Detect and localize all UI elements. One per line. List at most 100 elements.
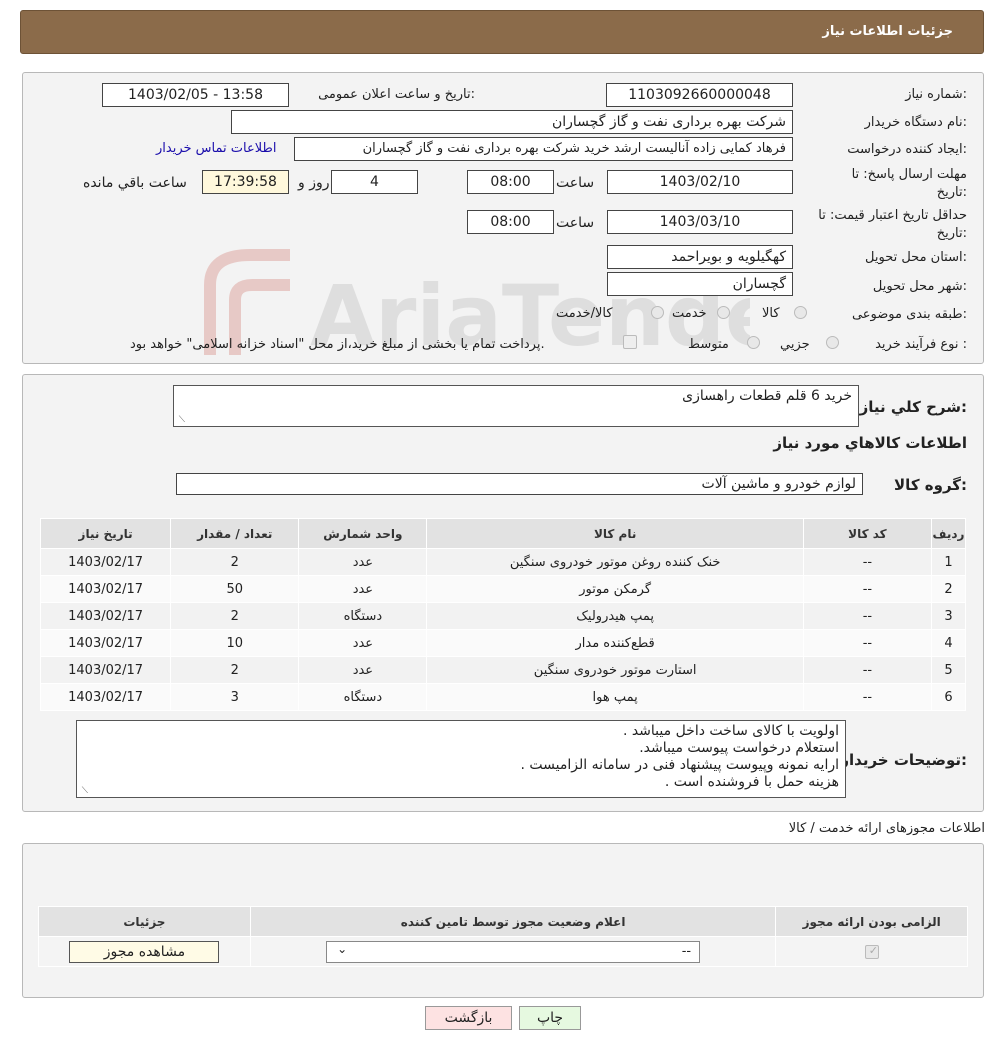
quantity-cell: 2 [170, 602, 300, 630]
item-name-cell: پمپ هیدرولیک [426, 602, 804, 630]
need-number-field: 1103092660000048 [606, 83, 793, 107]
goods-info-title: اطلاعات كالاهاي مورد نياز [773, 434, 967, 452]
view-permit-button[interactable]: مشاهده مجوز [69, 940, 220, 963]
treasury-payment-checkbox[interactable] [623, 335, 637, 349]
category-radio-service[interactable] [717, 306, 730, 319]
announce-field: 1403/02/05 - 13:58 [102, 83, 289, 107]
buyer-field: شرکت بهره برداری نفت و گاز گچساران [231, 110, 793, 134]
permit-status-select[interactable]: ⌄ -- [326, 940, 701, 963]
deadline-label-line1: مهلت ارسال پاسخ: تا [851, 167, 967, 182]
general-desc-text: خرید 6 قلم قطعات راهسازی [682, 388, 852, 404]
deadline-label-line2: تاریخ: [936, 185, 967, 200]
process-option-medium: متوسط [688, 337, 729, 352]
table-row: 5 -- استارت موتور خودروی سنگین عدد 2 1403/02/… [39, 656, 967, 684]
general-desc-field: خرید 6 قلم قطعات راهسازی ⟋ [173, 385, 859, 427]
unit-cell: عدد [298, 548, 428, 576]
validity-time-label: ساعت [556, 215, 595, 231]
notes-line-2: استعلام درخواست پیوست میباشد. [639, 740, 839, 756]
back-button[interactable]: بازگشت [425, 1006, 512, 1030]
validity-label-line2: تاریخ: [936, 226, 967, 241]
table-row: 3 -- پمپ هیدرولیک دستگاه 2 1403/02/17 [39, 602, 967, 630]
row-number-cell: 4 [930, 629, 967, 657]
validity-time-field: 08:00 [467, 210, 554, 234]
item-code-cell: -- [802, 656, 932, 684]
validity-label: حداقل تاریخ اعتبار قیمت: تا تاریخ: [818, 207, 967, 243]
city-field: گچساران [607, 272, 793, 296]
creator-field: فرهاد کمایی زاده آنالیست ارشد خرید شرکت … [294, 137, 793, 161]
item-name-cell: استارت موتور خودروی سنگین [426, 656, 804, 684]
page-title: جزئیات اطلاعات نیاز [822, 24, 953, 39]
need-date-cell: 1403/02/17 [39, 656, 172, 684]
notes-line-4: هزینه حمل با فروشنده است . [664, 774, 839, 790]
buyer-contact-link[interactable]: اطلاعات تماس خریدار [156, 141, 276, 156]
table-row: 1 -- خنک کننده روغن موتور خودروی سنگین عدد 2… [39, 548, 967, 576]
quantity-cell: 10 [170, 629, 300, 657]
remaining-label: ساعت باقي مانده [83, 175, 187, 191]
unit-cell: عدد [298, 575, 428, 603]
creator-label: ایجاد کننده درخواست: [847, 142, 967, 157]
deadline-time-label: ساعت [556, 175, 595, 191]
col-name: نام کالا [426, 518, 804, 549]
unit-cell: عدد [298, 629, 428, 657]
need-number-label: شماره نیاز: [905, 87, 967, 102]
notes-line-3: ارایه نمونه وپیوست پیشنهاد فنی در سامانه… [520, 757, 839, 773]
quantity-cell: 2 [170, 548, 300, 576]
permit-details-cell: مشاهده مجوز [38, 936, 251, 967]
row-number-cell: 6 [930, 683, 967, 711]
process-radio-minor[interactable] [826, 336, 839, 349]
col-permit-status: اعلام وضعیت مجوز توسط تامین کننده [249, 906, 777, 937]
page-header: جزئیات اطلاعات نیاز [20, 10, 984, 54]
print-button[interactable]: چاپ [519, 1006, 581, 1030]
permit-required-checkbox[interactable]: ✓ [864, 943, 879, 959]
col-unit: واحد شمارش [298, 518, 428, 549]
item-code-cell: -- [802, 683, 932, 711]
col-qty: تعداد / مقدار [170, 518, 300, 549]
category-option-service: خدمت [672, 306, 707, 321]
item-code-cell: -- [802, 602, 932, 630]
resize-grip-icon[interactable]: ⟋ [80, 787, 88, 796]
category-radio-goods-service[interactable] [651, 306, 664, 319]
need-date-cell: 1403/02/17 [39, 629, 172, 657]
col-permit-details: جزئیات [38, 906, 251, 937]
need-date-cell: 1403/02/17 [39, 548, 172, 576]
category-radio-goods[interactable] [794, 306, 807, 319]
need-date-cell: 1403/02/17 [39, 602, 172, 630]
row-number-cell: 5 [930, 656, 967, 684]
item-name-cell: پمپ هوا [426, 683, 804, 711]
need-date-cell: 1403/02/17 [39, 683, 172, 711]
process-label: نوع فرآیند خرید : [875, 337, 967, 352]
item-name-cell: گرمکن موتور [426, 575, 804, 603]
item-name-cell: قطع‌کننده مدار [426, 629, 804, 657]
item-name-cell: خنک کننده روغن موتور خودروی سنگین [426, 548, 804, 576]
buyer-notes-label: توضیحات خریدار: [840, 751, 967, 769]
col-code: کد کالا [802, 518, 932, 549]
resize-grip-icon[interactable]: ⟋ [177, 416, 185, 425]
validity-label-line1: حداقل تاریخ اعتبار قیمت: تا [818, 208, 967, 223]
row-number-cell: 1 [930, 548, 967, 576]
unit-cell: دستگاه [298, 602, 428, 630]
days-field: 4 [331, 170, 418, 194]
table-row: 2 -- گرمکن موتور عدد 50 1403/02/17 [39, 575, 967, 603]
permit-status-cell: ⌄ -- [249, 936, 777, 967]
checkmark-icon: ✓ [868, 943, 878, 957]
permits-title: اطلاعات مجوزهای ارائه خدمت / کالا [788, 821, 985, 836]
remaining-time-field: 17:39:58 [202, 170, 289, 194]
announce-label: تاریخ و ساعت اعلان عمومی: [318, 87, 475, 102]
permit-row: ✓ ⌄ -- مشاهده مجوز [38, 936, 968, 967]
col-date: تاریخ نیاز [39, 518, 172, 549]
item-code-cell: -- [802, 575, 932, 603]
process-radio-medium[interactable] [747, 336, 760, 349]
days-label: روز و [298, 175, 330, 191]
col-row: ردیف [930, 518, 967, 549]
unit-cell: دستگاه [298, 683, 428, 711]
table-row: 6 -- پمپ هوا دستگاه 3 1403/02/17 [39, 683, 967, 711]
row-number-cell: 3 [930, 602, 967, 630]
quantity-cell: 3 [170, 683, 300, 711]
goods-group-label: گروه کالا: [894, 476, 967, 494]
city-label: شهر محل تحویل: [872, 279, 967, 294]
goods-group-field: لوازم خودرو و ماشین آلات [176, 473, 863, 495]
quantity-cell: 50 [170, 575, 300, 603]
table-row: 4 -- قطع‌کننده مدار عدد 10 1403/02/17 [39, 629, 967, 657]
deadline-time-field: 08:00 [467, 170, 554, 194]
goods-table-header: ردیف کد کالا نام کالا واحد شمارش تعداد /… [39, 518, 967, 549]
